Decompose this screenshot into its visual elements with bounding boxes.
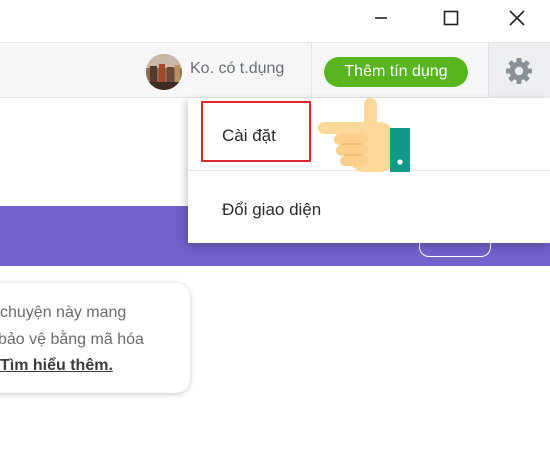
account-name[interactable]: Ko. có t.dụng [190,60,284,78]
pointing-hand-icon [318,98,410,172]
close-button[interactable] [494,0,540,36]
avatar[interactable] [146,54,182,90]
divider [311,43,312,99]
notice-text-line-1: chuyện này mang [0,304,127,321]
menu-item-change-theme[interactable]: Đổi giao diện [188,171,550,243]
learn-more-link[interactable]: Tìm hiểu thêm. [0,357,113,375]
notice-text-line-2: bảo vệ bằng mã hóa [0,331,144,348]
minimize-button[interactable] [358,0,404,36]
close-icon [509,10,525,26]
maximize-button[interactable] [428,0,474,36]
maximize-icon [443,10,459,26]
add-credit-button[interactable]: Thêm tín dụng [324,57,468,87]
top-toolbar: Ko. có t.dụng Thêm tín dụng [0,42,550,99]
highlight-box [201,101,311,162]
settings-button[interactable] [488,43,550,99]
title-bar [0,0,550,42]
minimize-icon [375,17,387,19]
gear-icon [506,58,532,84]
menu-item-label: Đổi giao diện [222,200,322,219]
